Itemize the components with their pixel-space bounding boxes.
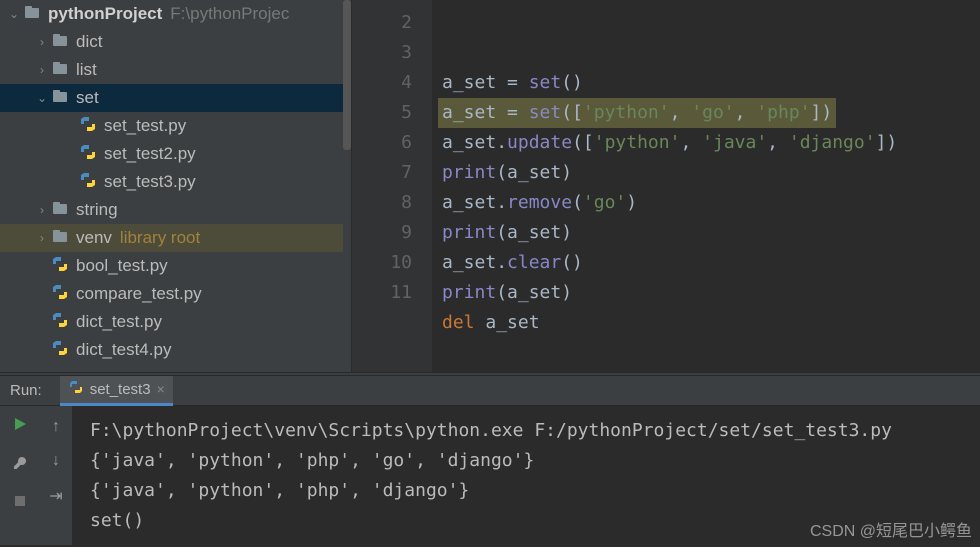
run-tab[interactable]: set_test3 ×	[60, 376, 173, 406]
python-file-icon	[50, 256, 70, 277]
folder-icon	[22, 4, 42, 25]
project-path: F:\pythonProjec	[170, 4, 289, 24]
gutter-line-number: 2	[352, 8, 412, 38]
tree-item-label: set_test3.py	[104, 172, 196, 192]
tree-file[interactable]: compare_test.py	[0, 280, 351, 308]
tree-item-label: dict	[76, 32, 102, 52]
tree-item-label: bool_test.py	[76, 256, 168, 276]
chevron-right-icon[interactable]: ›	[34, 35, 50, 49]
gutter-line-number: 11	[352, 278, 412, 308]
highlighted-line: a_set = set(['python', 'go', 'php'])	[438, 98, 836, 128]
tree-file[interactable]: bool_test.py	[0, 252, 351, 280]
tree-item-label: set	[76, 88, 99, 108]
gutter-line-number: 9	[352, 218, 412, 248]
gutter-line-number: 7	[352, 158, 412, 188]
tree-item-label: list	[76, 60, 97, 80]
tree-item-label: string	[76, 200, 118, 220]
tree-folder[interactable]: › venv library root	[0, 224, 351, 252]
tree-project-root[interactable]: ⌄ pythonProject F:\pythonProjec	[0, 0, 351, 28]
tree-file[interactable]: dict_test.py	[0, 308, 351, 336]
editor-gutter: 234567891011	[352, 0, 432, 372]
tree-folder[interactable]: › list	[0, 56, 351, 84]
project-name: pythonProject	[48, 4, 162, 24]
chevron-down-icon: ⌄	[6, 7, 22, 21]
tree-folder[interactable]: ⌄ set	[0, 84, 351, 112]
tree-item-label: compare_test.py	[76, 284, 202, 304]
gutter-line-number: 4	[352, 68, 412, 98]
python-file-icon	[78, 116, 98, 137]
python-file-icon	[50, 340, 70, 361]
tree-item-label: dict_test.py	[76, 312, 162, 332]
tree-file[interactable]: set_test2.py	[0, 140, 351, 168]
python-file-icon	[50, 312, 70, 333]
folder-icon	[50, 60, 70, 81]
tree-scrollbar-thumb[interactable]	[343, 0, 351, 150]
tree-scrollbar[interactable]	[343, 0, 351, 372]
folder-icon	[50, 228, 70, 249]
tree-file[interactable]: dict_test4.py	[0, 336, 351, 364]
run-button[interactable]	[12, 416, 28, 437]
library-root-label: library root	[120, 228, 200, 248]
chevron-right-icon[interactable]: ›	[34, 63, 50, 77]
tree-file[interactable]: set_test3.py	[0, 168, 351, 196]
folder-icon	[50, 88, 70, 109]
chevron-right-icon[interactable]: ›	[34, 231, 50, 245]
stop-button[interactable]	[13, 494, 27, 513]
tree-folder[interactable]: › string	[0, 196, 351, 224]
python-file-icon	[78, 144, 98, 165]
chevron-down-icon[interactable]: ⌄	[34, 91, 50, 105]
tree-item-label: set_test2.py	[104, 144, 196, 164]
run-label: Run:	[4, 382, 48, 399]
python-icon	[68, 379, 84, 399]
wrench-icon[interactable]	[12, 455, 28, 476]
python-file-icon	[78, 172, 98, 193]
folder-icon	[50, 32, 70, 53]
gutter-line-number: 8	[352, 188, 412, 218]
folder-icon	[50, 200, 70, 221]
run-header: Run: set_test3 ×	[0, 376, 980, 406]
run-tab-label: set_test3	[90, 381, 151, 398]
tree-folder[interactable]: › dict	[0, 28, 351, 56]
project-tree[interactable]: ⌄ pythonProject F:\pythonProjec › dict › li…	[0, 0, 352, 372]
tree-item-label: venv	[76, 228, 112, 248]
watermark: CSDN @短尾巴小鳄鱼	[810, 517, 972, 541]
arrow-down-icon[interactable]: ↓	[52, 452, 60, 470]
run-toolbar-primary	[0, 406, 40, 545]
gutter-line-number: 3	[352, 38, 412, 68]
python-file-icon	[50, 284, 70, 305]
chevron-right-icon[interactable]: ›	[34, 203, 50, 217]
soft-wrap-icon[interactable]: ⇥	[49, 486, 62, 506]
arrow-up-icon[interactable]: ↑	[52, 418, 60, 436]
gutter-line-number: 10	[352, 248, 412, 278]
gutter-line-number: 6	[352, 128, 412, 158]
tree-item-label: set_test.py	[104, 116, 186, 136]
run-toolbar-secondary: ↑ ↓ ⇥	[40, 406, 72, 545]
tree-file[interactable]: set_test.py	[0, 112, 351, 140]
code-editor[interactable]: 234567891011 a_set = set() a_set = set([…	[352, 0, 980, 372]
editor-code[interactable]: a_set = set() a_set = set(['python', 'go…	[432, 0, 980, 372]
close-icon[interactable]: ×	[157, 381, 165, 397]
gutter-line-number: 5	[352, 98, 412, 128]
tree-item-label: dict_test4.py	[76, 340, 171, 360]
